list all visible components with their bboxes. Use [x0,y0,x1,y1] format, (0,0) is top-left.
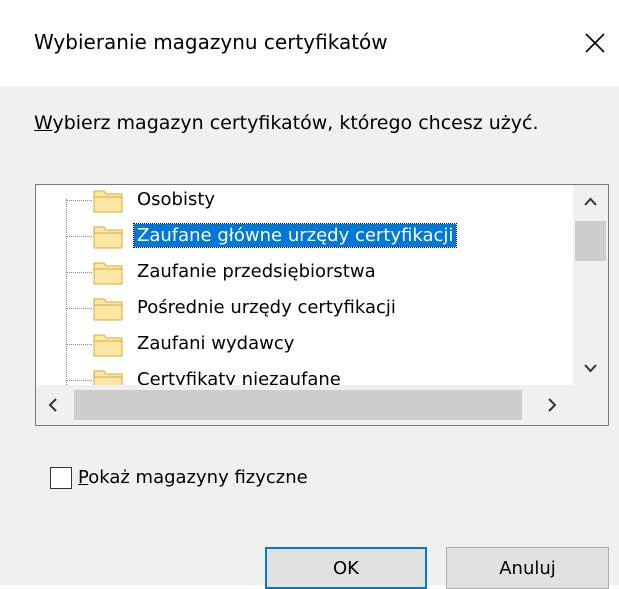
tree-item[interactable]: Zaufane główne urzędy certyfikacji [66,218,566,254]
chevron-up-icon [584,197,597,206]
cancel-button[interactable]: Anuluj [446,547,609,589]
horizontal-scrollbar[interactable] [36,385,573,425]
tree-item-label[interactable]: Zaufani wydawcy [134,332,297,355]
folder-icon [93,262,123,285]
vertical-scrollbar[interactable] [573,185,608,385]
scroll-right-button[interactable] [531,385,573,425]
window-title: Wybieranie magazynu certyfikatów [34,30,388,54]
horizontal-scroll-thumb[interactable] [74,390,522,420]
tree-item[interactable]: Zaufani wydawcy [66,326,566,362]
instruction-label: Wybierz magazyn certyfikatów, którego ch… [34,112,538,134]
tree-connector-branch [66,344,92,345]
show-physical-stores-checkbox[interactable] [50,467,72,489]
folder-icon [93,226,123,249]
store-tree[interactable]: Osobisty Zaufane główne urzędy certyfikac… [35,184,609,426]
tree-connector-branch [66,200,92,201]
tree-item[interactable]: Osobisty [66,185,566,218]
certificate-store-dialog: Wybieranie magazynu certyfikatów Wybierz… [0,0,619,589]
scroll-down-button[interactable] [573,351,608,385]
close-button[interactable] [578,26,612,60]
tree-item[interactable]: Zaufanie przedsiębiorstwa [66,254,566,290]
checkbox-label-text: okaż magazyny fizyczne [88,467,308,488]
ok-button[interactable]: OK [265,547,427,589]
folder-icon [93,370,123,385]
tree-connector-branch [66,308,92,309]
instruction-text: ybierz magazyn certyfikatów, którego chc… [52,112,539,134]
tree-item[interactable]: Pośrednie urzędy certyfikacji [66,290,566,326]
tree-item-label[interactable]: Pośrednie urzędy certyfikacji [134,296,399,319]
tree-item-label[interactable]: Zaufanie przedsiębiorstwa [134,260,379,283]
tree-item-label[interactable]: Osobisty [134,188,218,211]
checkbox-label[interactable]: Pokaż magazyny fizyczne [78,467,308,488]
scroll-corner [573,385,608,425]
title-bar: Wybieranie magazynu certyfikatów [0,0,619,86]
dialog-body: Wybierz magazyn certyfikatów, którego ch… [0,86,619,589]
chevron-left-icon [48,398,57,412]
tree-connector-branch [66,236,92,237]
close-icon [585,33,605,53]
folder-icon [93,190,123,213]
vertical-scroll-thumb[interactable] [575,221,606,261]
chevron-right-icon [548,398,557,412]
tree-item[interactable]: Certyfikaty niezaufane [66,362,566,385]
checkbox-mnemonic: P [78,467,89,488]
tree-item-label[interactable]: Zaufane główne urzędy certyfikacji [132,223,458,248]
chevron-down-icon [584,364,597,373]
tree-connector-branch [66,380,92,381]
folder-icon [93,334,123,357]
folder-icon [93,298,123,321]
instruction-mnemonic: W [34,112,53,134]
tree-viewport: Osobisty Zaufane główne urzędy certyfikac… [36,185,573,385]
tree-connector-branch [66,272,92,273]
tree-item-label[interactable]: Certyfikaty niezaufane [134,368,344,385]
show-physical-stores-option[interactable]: Pokaż magazyny fizyczne [50,467,370,493]
scroll-left-button[interactable] [36,385,70,425]
scroll-up-button[interactable] [573,185,608,219]
